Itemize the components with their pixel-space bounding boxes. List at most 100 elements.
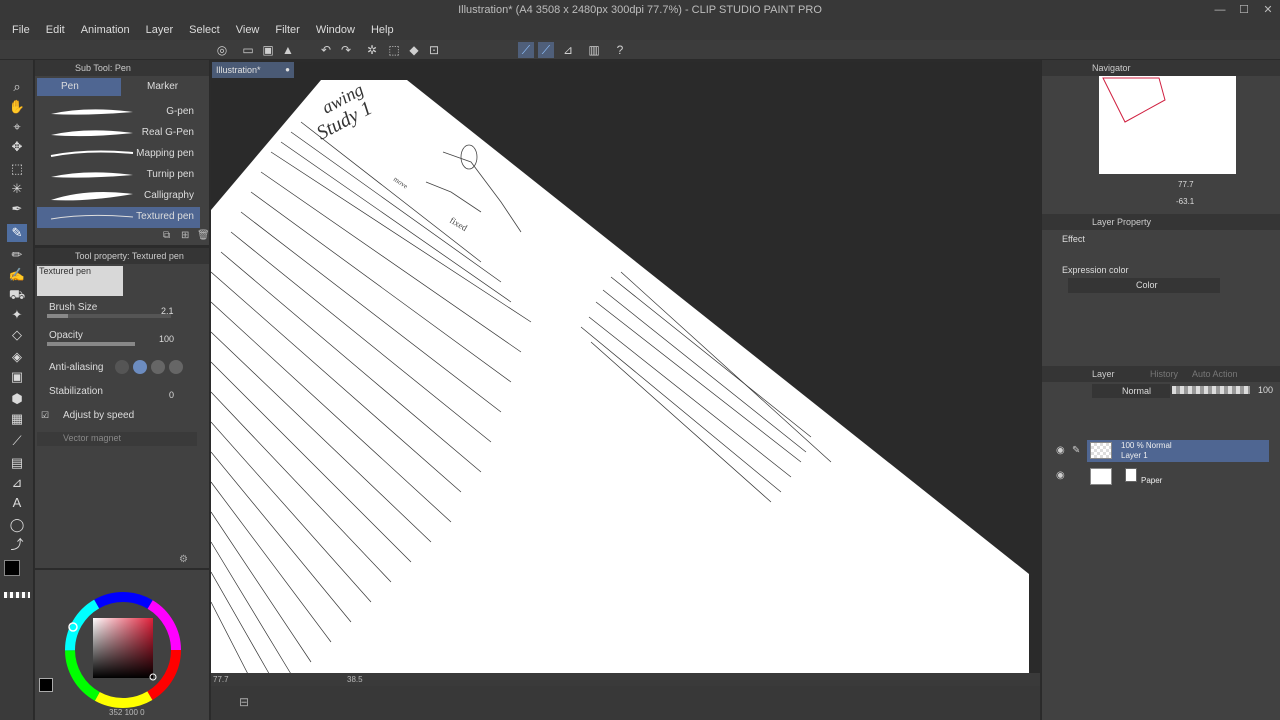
brush-icon[interactable]: ✍ bbox=[7, 266, 27, 284]
main-color-swatch[interactable] bbox=[4, 560, 20, 576]
stabilization-value[interactable]: 0 bbox=[169, 390, 174, 400]
brush-textured-pen[interactable]: Textured pen bbox=[37, 207, 200, 228]
frame-icon[interactable]: ▤ bbox=[7, 454, 27, 472]
menu-layer[interactable]: Layer bbox=[138, 20, 182, 40]
move-icon[interactable]: ✥ bbox=[7, 138, 27, 156]
eraser-icon[interactable]: ◇ bbox=[7, 326, 27, 344]
selection-icon[interactable]: ⬚ bbox=[7, 160, 27, 178]
opacity-value[interactable]: 100 bbox=[159, 334, 174, 344]
opacity-slider[interactable] bbox=[47, 342, 135, 346]
decoration-icon[interactable]: ✦ bbox=[7, 306, 27, 324]
figure-icon[interactable]: ⟋ bbox=[7, 432, 27, 450]
brush-real-g-pen[interactable]: Real G-Pen bbox=[37, 123, 200, 144]
eye-icon[interactable]: ◉ bbox=[1056, 470, 1065, 481]
pen-icon[interactable]: ✎ bbox=[7, 224, 27, 242]
antialias-options[interactable] bbox=[115, 360, 195, 374]
layer-opacity-slider[interactable] bbox=[1172, 386, 1250, 394]
layer-row-2[interactable]: Paper bbox=[1087, 466, 1269, 488]
menu-edit[interactable]: Edit bbox=[38, 20, 73, 40]
pen-edit-icon[interactable]: ✎ bbox=[1072, 445, 1080, 456]
tablet-icon[interactable]: ▥ bbox=[586, 42, 602, 58]
vector-magnet-row[interactable]: Vector magnet bbox=[37, 432, 197, 446]
close-tab-icon[interactable]: ● bbox=[285, 62, 290, 78]
delete-subtool-icon[interactable]: 🗑 bbox=[197, 230, 210, 241]
help-icon[interactable]: ? bbox=[612, 42, 628, 58]
save-icon[interactable]: ▲ bbox=[280, 42, 296, 58]
tab-auto-action[interactable]: Auto Action bbox=[1192, 366, 1238, 382]
antialias-strong-icon[interactable] bbox=[169, 360, 183, 374]
eye-icon[interactable]: ◉ bbox=[1056, 445, 1065, 456]
layout-icon[interactable]: ⊟ bbox=[239, 695, 249, 709]
menu-animation[interactable]: Animation bbox=[73, 20, 138, 40]
layer-row-1[interactable]: 100 % Normal Layer 1 bbox=[1087, 440, 1269, 462]
layer-opacity-value[interactable]: 100 bbox=[1258, 385, 1273, 395]
copy-subtool-icon[interactable]: ⧉ bbox=[163, 230, 170, 241]
tool-settings-icon[interactable]: ⚙ bbox=[179, 554, 188, 565]
clear-icon[interactable]: ⬚ bbox=[386, 42, 402, 58]
minimize-icon[interactable]: — bbox=[1208, 0, 1232, 20]
snap-special-icon[interactable]: ⟋ bbox=[538, 42, 554, 58]
color-wheel[interactable] bbox=[63, 590, 183, 710]
document-tab[interactable]: Illustration* ● bbox=[212, 62, 294, 78]
tab-layer[interactable]: Layer bbox=[1092, 366, 1115, 382]
blend-mode-select[interactable]: Normal bbox=[1092, 384, 1170, 398]
hand-icon[interactable]: ✋ bbox=[7, 98, 27, 116]
create-subtool-icon[interactable]: ⊞ bbox=[181, 230, 189, 241]
brush-g-pen[interactable]: G-pen bbox=[37, 102, 200, 123]
tab-pen[interactable]: Pen bbox=[37, 78, 121, 96]
balloon-icon[interactable]: ◯ bbox=[7, 516, 27, 534]
canvas-area[interactable]: awing Study 1 move fixed bbox=[211, 62, 1040, 686]
open-icon[interactable]: ▣ bbox=[260, 42, 276, 58]
menu-file[interactable]: File bbox=[4, 20, 38, 40]
menu-window[interactable]: Window bbox=[308, 20, 363, 40]
tab-marker[interactable]: Marker bbox=[123, 78, 207, 96]
fill-icon[interactable]: ◆ bbox=[406, 42, 422, 58]
antialias-weak-icon[interactable] bbox=[133, 360, 147, 374]
airbrush-icon[interactable]: ⛟ bbox=[7, 286, 27, 304]
bucket-icon[interactable]: ⬢ bbox=[7, 390, 27, 408]
snap-ruler-icon[interactable]: ⟋ bbox=[518, 42, 534, 58]
redo-icon[interactable]: ↷ bbox=[338, 42, 354, 58]
menu-help[interactable]: Help bbox=[363, 20, 402, 40]
magic-wand-icon[interactable]: ✳ bbox=[7, 180, 27, 198]
tab-history[interactable]: History bbox=[1150, 366, 1178, 382]
brush-mapping-pen[interactable]: Mapping pen bbox=[37, 144, 200, 165]
brush-calligraphy[interactable]: Calligraphy bbox=[37, 186, 200, 207]
menu-filter[interactable]: Filter bbox=[267, 20, 307, 40]
text-icon[interactable]: A bbox=[7, 494, 27, 512]
ruler-icon[interactable]: ⊿ bbox=[7, 474, 27, 492]
menu-select[interactable]: Select bbox=[181, 20, 228, 40]
undo-icon[interactable]: ↶ bbox=[318, 42, 334, 58]
maximize-icon[interactable]: ☐ bbox=[1232, 0, 1256, 20]
antialias-medium-icon[interactable] bbox=[151, 360, 165, 374]
main-color-chip[interactable] bbox=[39, 678, 53, 692]
fill-tool-icon[interactable]: ▣ bbox=[7, 368, 27, 386]
zoom-icon[interactable]: ⌕ bbox=[7, 78, 27, 96]
operation-icon[interactable]: ⌖ bbox=[7, 118, 27, 136]
zoom-readout[interactable]: 77.7 bbox=[213, 673, 229, 686]
settings-icon[interactable]: ✲ bbox=[364, 42, 380, 58]
eyedropper-icon[interactable]: ✒ bbox=[7, 200, 27, 218]
clip-studio-icon[interactable]: ◎ bbox=[214, 42, 230, 58]
brush-turnip-pen[interactable]: Turnip pen bbox=[37, 165, 200, 186]
angle-readout[interactable]: 38.5 bbox=[347, 673, 363, 686]
brush-size-slider[interactable] bbox=[47, 314, 171, 318]
antialias-none-icon[interactable] bbox=[115, 360, 129, 374]
transparent-color-swatch[interactable] bbox=[4, 592, 30, 598]
menu-view[interactable]: View bbox=[228, 20, 268, 40]
snap-grid-icon[interactable]: ⊿ bbox=[560, 42, 576, 58]
close-icon[interactable]: ✕ bbox=[1256, 0, 1280, 20]
transform-icon[interactable]: ⊡ bbox=[426, 42, 442, 58]
new-icon[interactable]: ▭ bbox=[240, 42, 256, 58]
navigator-angle[interactable]: -63.1 bbox=[1176, 197, 1194, 206]
paper-thumbnail bbox=[1090, 468, 1112, 485]
expression-color-select[interactable]: Color bbox=[1068, 278, 1220, 293]
pencil-icon[interactable]: ✏ bbox=[7, 246, 27, 264]
gradient-icon[interactable]: ▦ bbox=[7, 410, 27, 428]
adjust-speed-checkbox[interactable]: ☑ bbox=[41, 410, 49, 421]
canvas[interactable]: awing Study 1 move fixed bbox=[211, 62, 1040, 686]
navigator-preview[interactable] bbox=[1099, 76, 1236, 174]
blend-icon[interactable]: ◈ bbox=[7, 348, 27, 366]
navigator-zoom[interactable]: 77.7 bbox=[1178, 180, 1194, 189]
correct-line-icon[interactable]: ⤴ bbox=[7, 536, 27, 554]
